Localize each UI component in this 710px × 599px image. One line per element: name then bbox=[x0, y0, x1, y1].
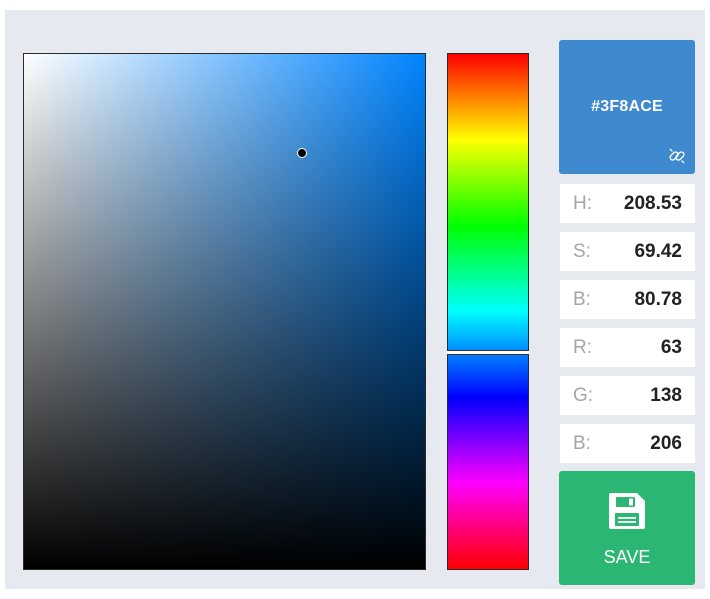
save-button[interactable]: SAVE bbox=[559, 471, 695, 585]
brightness-field[interactable]: B: 80.78 bbox=[560, 280, 695, 319]
saturation-value[interactable]: 69.42 bbox=[634, 241, 682, 263]
saturation-brightness-area[interactable] bbox=[23, 53, 426, 570]
green-label: G: bbox=[573, 384, 594, 406]
brightness-value[interactable]: 80.78 bbox=[634, 289, 682, 311]
hue-slider-handle[interactable] bbox=[447, 350, 529, 356]
link-icon[interactable] bbox=[667, 146, 687, 166]
save-label: SAVE bbox=[603, 546, 651, 567]
color-preview-swatch: #3F8ACE bbox=[559, 40, 695, 174]
hex-value[interactable]: #3F8ACE bbox=[591, 98, 663, 116]
hue-value[interactable]: 208.53 bbox=[624, 193, 682, 215]
saturation-field[interactable]: S: 69.42 bbox=[560, 232, 695, 271]
color-picker-panel: #3F8ACE H: 208.53 S: 69.42 B: 80.78 R: 6… bbox=[5, 10, 705, 589]
brightness-gradient bbox=[24, 54, 425, 569]
red-label: R: bbox=[573, 336, 592, 358]
hue-slider[interactable] bbox=[447, 53, 529, 570]
green-value[interactable]: 138 bbox=[650, 385, 682, 407]
blue-label: B: bbox=[573, 432, 591, 454]
green-field[interactable]: G: 138 bbox=[560, 376, 695, 415]
hue-field[interactable]: H: 208.53 bbox=[560, 184, 695, 223]
floppy-disk-icon bbox=[609, 492, 645, 529]
saturation-label: S: bbox=[573, 240, 591, 262]
hue-label: H: bbox=[573, 192, 592, 214]
blue-field[interactable]: B: 206 bbox=[560, 424, 695, 463]
red-field[interactable]: R: 63 bbox=[560, 328, 695, 367]
red-value[interactable]: 63 bbox=[661, 337, 682, 359]
brightness-label: B: bbox=[573, 288, 591, 310]
blue-value[interactable]: 206 bbox=[650, 433, 682, 455]
